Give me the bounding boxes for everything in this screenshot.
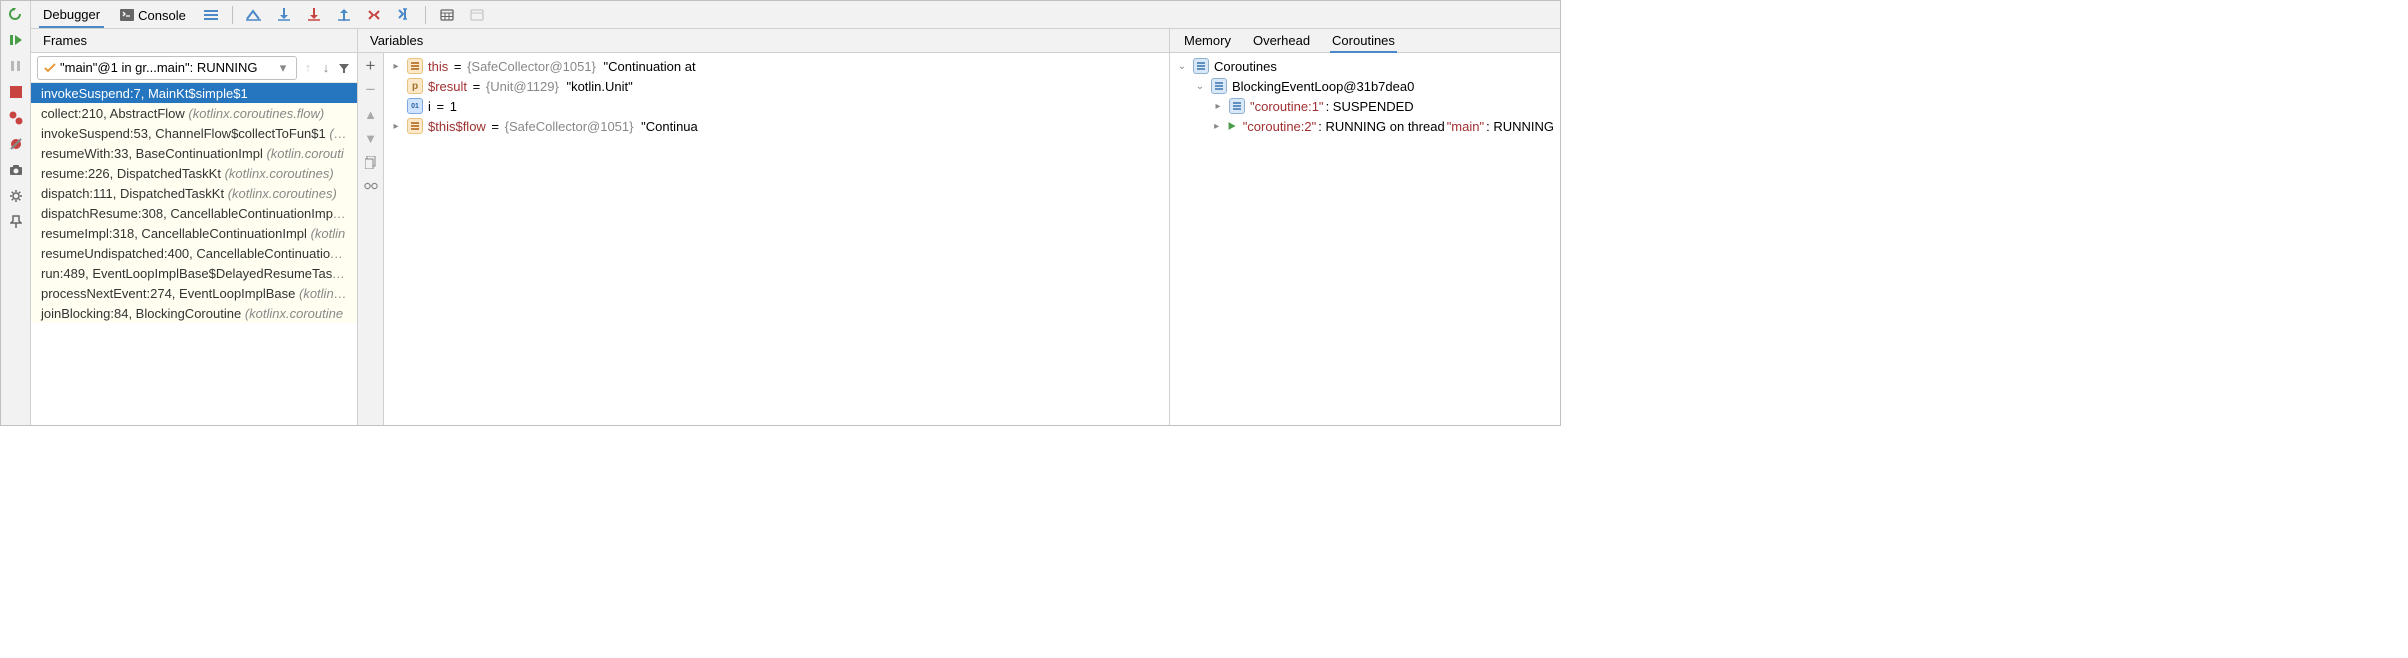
pin-icon[interactable] xyxy=(7,213,25,231)
run-to-cursor-icon[interactable] xyxy=(395,6,413,24)
filter-icon[interactable] xyxy=(337,61,351,75)
frame-row[interactable]: resume:226, DispatchedTaskKt (kotlinx.co… xyxy=(31,163,357,183)
next-frame-icon[interactable]: ↓ xyxy=(319,61,333,75)
vars-toolbar: + − ▲ ▼ xyxy=(358,53,384,425)
step-into-icon[interactable] xyxy=(305,6,323,24)
move-up-icon[interactable]: ▲ xyxy=(364,107,378,121)
add-watch-icon[interactable]: + xyxy=(364,59,378,73)
coroutines-tree[interactable]: ⌄ Coroutines ⌄ BlockingEventLoop@31b7dea… xyxy=(1170,53,1560,425)
frames-panel: Frames "main"@1 in gr...main": RUNNING ▾… xyxy=(31,29,358,425)
frame-row[interactable]: resumeWith:33, BaseContinuationImpl (kot… xyxy=(31,143,357,163)
frame-row[interactable]: dispatch:111, DispatchedTaskKt (kotlinx.… xyxy=(31,183,357,203)
check-icon xyxy=(44,62,56,74)
tree-row[interactable]: ▸ "coroutine:1": SUSPENDED xyxy=(1170,96,1560,116)
duplicate-icon[interactable] xyxy=(364,155,378,169)
frame-row[interactable]: invokeSuspend:53, ChannelFlow$collectToF… xyxy=(31,123,357,143)
variables-title: Variables xyxy=(370,33,423,48)
frame-row[interactable]: processNextEvent:274, EventLoopImplBase … xyxy=(31,283,357,303)
glasses-icon[interactable] xyxy=(364,179,378,193)
running-icon xyxy=(1227,120,1236,132)
expand-icon[interactable]: ▸ xyxy=(1212,100,1224,112)
class-icon xyxy=(1229,98,1245,114)
resume-icon[interactable] xyxy=(7,31,25,49)
camera-icon[interactable] xyxy=(7,161,25,179)
tab-memory[interactable]: Memory xyxy=(1182,29,1233,53)
class-icon xyxy=(1193,58,1209,74)
var-row[interactable]: ▸ $this$flow = {SafeCollector@1051} "Con… xyxy=(384,116,1169,136)
frames-list[interactable]: invokeSuspend:7, MainKt$simple$1 collect… xyxy=(31,83,357,323)
field-icon xyxy=(407,58,423,74)
step-over-icon[interactable] xyxy=(275,6,293,24)
tree-row[interactable]: ▸ "coroutine:2": RUNNING on thread "main… xyxy=(1170,116,1560,136)
var-row[interactable]: ▸ 01 i = 1 xyxy=(384,96,1169,116)
field-icon xyxy=(407,118,423,134)
show-execution-icon[interactable] xyxy=(245,6,263,24)
settings-icon[interactable] xyxy=(7,187,25,205)
variables-panel: Variables + − ▲ ▼ ▸ this = { xyxy=(358,29,1170,425)
expand-icon[interactable]: ▸ xyxy=(390,120,402,132)
frame-row[interactable]: joinBlocking:84, BlockingCoroutine (kotl… xyxy=(31,303,357,323)
rerun-icon[interactable] xyxy=(7,5,25,23)
prev-frame-icon[interactable]: ↑ xyxy=(301,61,315,75)
pause-icon[interactable] xyxy=(7,57,25,75)
frame-row[interactable]: collect:210, AbstractFlow (kotlinx.corou… xyxy=(31,103,357,123)
drop-frame-icon[interactable] xyxy=(365,6,383,24)
frame-row[interactable]: resumeUndispatched:400, CancellableConti… xyxy=(31,243,357,263)
tab-coroutines[interactable]: Coroutines xyxy=(1330,29,1397,53)
left-gutter-toolbar xyxy=(1,1,31,425)
step-out-icon[interactable] xyxy=(335,6,353,24)
tab-overhead[interactable]: Overhead xyxy=(1251,29,1312,53)
chevron-down-icon: ▾ xyxy=(276,61,290,75)
collapse-icon[interactable]: ⌄ xyxy=(1176,60,1188,72)
mute-breakpoints-icon[interactable] xyxy=(7,135,25,153)
coroutines-panel: Memory Overhead Coroutines ⌄ Coroutines … xyxy=(1170,29,1560,425)
stop-icon[interactable] xyxy=(7,83,25,101)
collapse-icon[interactable]: ⌄ xyxy=(1194,80,1206,92)
remove-watch-icon[interactable]: − xyxy=(364,83,378,97)
int-icon: 01 xyxy=(407,98,423,114)
thread-selector[interactable]: "main"@1 in gr...main": RUNNING ▾ xyxy=(37,56,297,80)
property-icon: p xyxy=(407,78,423,94)
console-icon xyxy=(120,9,134,21)
frame-row[interactable]: run:489, EventLoopImplBase$DelayedResume… xyxy=(31,263,357,283)
tab-console[interactable]: Console xyxy=(116,3,190,27)
variables-tree[interactable]: ▸ this = {SafeCollector@1051} "Continuat… xyxy=(384,53,1169,425)
frames-title: Frames xyxy=(43,33,87,48)
threads-icon[interactable] xyxy=(202,6,220,24)
evaluate-icon[interactable] xyxy=(438,6,456,24)
tree-row[interactable]: ⌄ Coroutines xyxy=(1170,56,1560,76)
trace-icon[interactable] xyxy=(468,6,486,24)
debugger-toolbar: Debugger Console xyxy=(31,1,1560,29)
tab-debugger[interactable]: Debugger xyxy=(39,2,104,28)
move-down-icon[interactable]: ▼ xyxy=(364,131,378,145)
expand-icon[interactable]: ▸ xyxy=(1212,120,1221,132)
class-icon xyxy=(1211,78,1227,94)
var-row[interactable]: ▸ this = {SafeCollector@1051} "Continuat… xyxy=(384,56,1169,76)
frame-row[interactable]: invokeSuspend:7, MainKt$simple$1 xyxy=(31,83,357,103)
tree-row[interactable]: ⌄ BlockingEventLoop@31b7dea0 xyxy=(1170,76,1560,96)
frame-row[interactable]: dispatchResume:308, CancellableContinuat… xyxy=(31,203,357,223)
view-breakpoints-icon[interactable] xyxy=(7,109,25,127)
frame-row[interactable]: resumeImpl:318, CancellableContinuationI… xyxy=(31,223,357,243)
var-row[interactable]: ▸ p $result = {Unit@1129} "kotlin.Unit" xyxy=(384,76,1169,96)
expand-icon[interactable]: ▸ xyxy=(390,60,402,72)
